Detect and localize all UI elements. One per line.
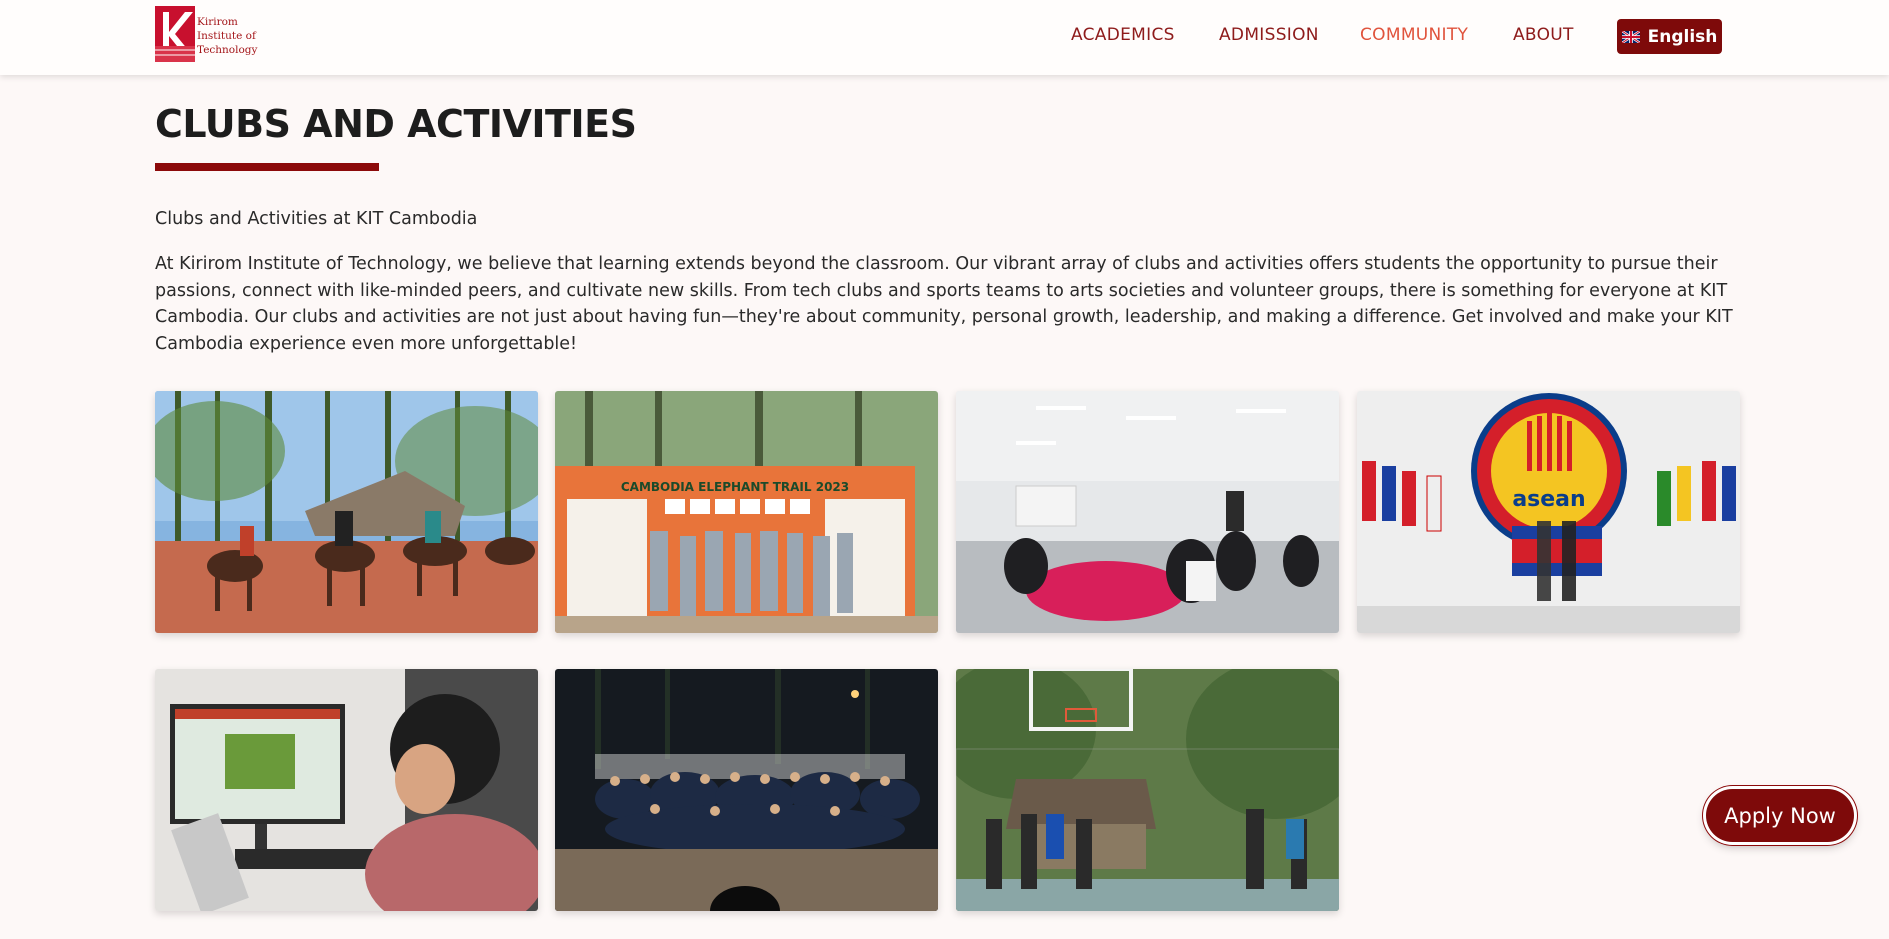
language-label: English [1647, 26, 1718, 47]
gallery-horse-riding-photo[interactable] [155, 391, 538, 633]
nav-admission[interactable]: ADMISSION [1219, 25, 1319, 45]
gallery-basketball-photo[interactable] [956, 669, 1339, 911]
nav-about[interactable]: ABOUT [1513, 25, 1574, 45]
asean-sign-text: asean [1512, 487, 1585, 512]
kit-logo-mark-icon [155, 6, 195, 62]
asean-flags-photo: asean [1357, 391, 1740, 633]
language-button[interactable]: English [1617, 19, 1722, 54]
page-subtitle: Clubs and Activities at KIT Cambodia [155, 209, 478, 229]
nav-academics[interactable]: ACADEMICS [1071, 25, 1175, 45]
gallery-asean-flags-photo[interactable]: asean [1357, 391, 1740, 633]
gallery-night-group-photo[interactable] [555, 669, 938, 911]
workshop-photo [956, 391, 1339, 633]
basketball-photo [956, 669, 1339, 911]
gallery-gaming-photo[interactable] [155, 669, 538, 911]
night-group-photo [555, 669, 938, 911]
apply-now-button[interactable]: Apply Now [1706, 789, 1854, 842]
page-description: At Kirirom Institute of Technology, we b… [155, 254, 1733, 354]
page-title: CLUBS AND ACTIVITIES [155, 102, 637, 146]
horse-riding-photo [155, 391, 538, 633]
logo-text: Kirirom Institute of Technology [197, 16, 258, 56]
elephant-trail-sign-text: CAMBODIA ELEPHANT TRAIL 2023 [621, 480, 849, 494]
gallery-workshop-photo[interactable] [956, 391, 1339, 633]
site-header: Kirirom Institute of Technology ACADEMIC… [0, 0, 1889, 75]
gallery-elephant-trail-photo[interactable]: CAMBODIA ELEPHANT TRAIL 2023 [555, 391, 938, 633]
elephant-trail-photo: CAMBODIA ELEPHANT TRAIL 2023 [555, 391, 938, 633]
uk-flag-icon [1621, 30, 1640, 43]
nav-community[interactable]: COMMUNITY [1360, 25, 1468, 45]
title-underline [155, 163, 379, 171]
kit-logo[interactable]: Kirirom Institute of Technology [155, 6, 258, 64]
gaming-photo [155, 669, 538, 911]
